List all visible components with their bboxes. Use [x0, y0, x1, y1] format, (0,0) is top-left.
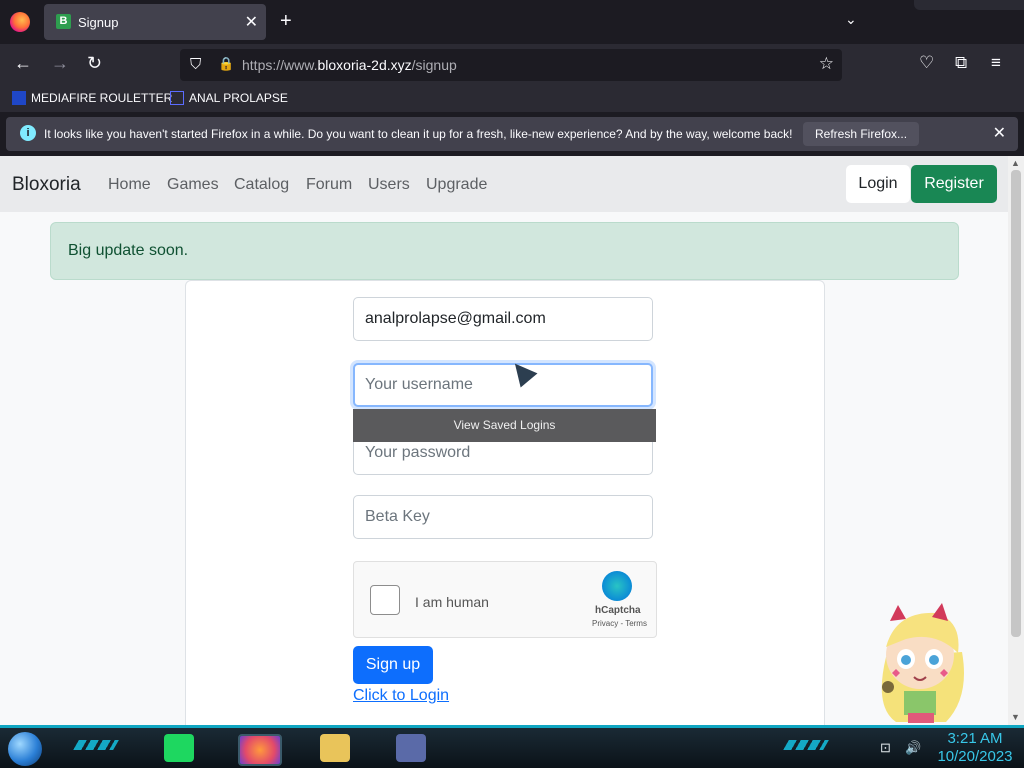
pocket-icon[interactable]: ♡ — [919, 53, 934, 73]
url-text[interactable]: https://www.bloxoria-2d.xyz/signup — [242, 57, 457, 73]
navigation-toolbar: ← → ↻ ⛉ 🔒 https://www.bloxoria-2d.xyz/si… — [0, 44, 1024, 86]
view-saved-logins-button[interactable]: View Saved Logins — [353, 409, 656, 442]
hcaptcha-brand: hCaptcha — [595, 605, 641, 616]
nav-home[interactable]: Home — [108, 176, 151, 194]
page-viewport: Bloxoria Home Games Catalog Forum Users … — [0, 156, 1024, 725]
bookmark-mediafire[interactable]: MEDIAFIRE ROULETTER — [12, 91, 172, 105]
cartoon-character-sticker — [881, 603, 964, 723]
clock-time: 3:21 AM — [947, 730, 1003, 747]
new-tab-icon[interactable]: + — [280, 10, 292, 33]
email-field[interactable]: analprolapse@gmail.com — [353, 297, 653, 341]
taskbar-decoration-right — [783, 740, 829, 750]
start-button[interactable] — [8, 732, 42, 766]
volume-icon[interactable]: 🔊 — [905, 740, 921, 756]
nav-users[interactable]: Users — [368, 176, 410, 194]
nav-forum[interactable]: Forum — [306, 176, 352, 194]
register-button[interactable]: Register — [911, 165, 997, 203]
tab-strip: B Signup ✕ + ⌄ — [0, 0, 1024, 44]
window-app-icon[interactable] — [396, 734, 426, 762]
sign-up-button[interactable]: Sign up — [353, 646, 433, 684]
mediafire-icon — [12, 91, 26, 105]
spotify-app-icon[interactable] — [164, 734, 194, 762]
close-tab-icon[interactable]: ✕ — [245, 12, 258, 32]
beta-key-input[interactable]: Beta Key — [353, 495, 653, 539]
firefox-taskbar-icon[interactable] — [238, 734, 282, 766]
hcaptcha-logo-icon — [602, 571, 632, 601]
info-icon: i — [20, 125, 36, 141]
username-input[interactable]: Your username — [353, 363, 653, 407]
hcaptcha-privacy-terms[interactable]: Privacy - Terms — [592, 619, 647, 628]
shield-icon[interactable]: ⛉ — [190, 56, 201, 73]
close-notification-icon[interactable]: ✕ — [993, 123, 1006, 143]
chevron-down-icon[interactable]: ⌄ — [845, 11, 857, 28]
firefox-icon[interactable] — [10, 12, 30, 32]
bookmarks-toolbar: MEDIAFIRE ROULETTER ANAL PROLAPSE — [0, 86, 1024, 112]
bookmark-anal-prolapse[interactable]: ANAL PROLAPSE — [170, 91, 288, 105]
announcement-alert: Big update soon. — [50, 222, 959, 280]
taskbar-decoration — [73, 740, 119, 750]
hcaptcha-widget: I am human hCaptcha Privacy - Terms — [353, 561, 657, 638]
window-controls — [914, 0, 1024, 10]
site-navbar: Bloxoria Home Games Catalog Forum Users … — [0, 156, 1008, 212]
nav-catalog[interactable]: Catalog — [234, 176, 289, 194]
click-to-login-link[interactable]: Click to Login — [353, 687, 449, 705]
firefox-refresh-notification: i It looks like you haven't started Fire… — [6, 117, 1018, 151]
clock-date: 10/20/2023 — [937, 748, 1013, 765]
page-scrollbar[interactable]: ▲ ▼ — [1008, 156, 1024, 725]
file-explorer-icon[interactable] — [320, 734, 350, 762]
back-icon[interactable]: ← — [14, 53, 32, 74]
extensions-icon[interactable]: ⧉ — [955, 53, 967, 73]
bloxoria-favicon-icon: B — [56, 14, 71, 29]
url-bar[interactable]: ⛉ 🔒 https://www.bloxoria-2d.xyz/signup ☆ — [180, 49, 842, 81]
bookmark-star-icon[interactable]: ☆ — [819, 54, 834, 74]
captcha-checkbox[interactable] — [370, 585, 400, 615]
nav-games[interactable]: Games — [167, 176, 219, 194]
scrollbar-thumb[interactable] — [1011, 170, 1021, 637]
menu-icon[interactable]: ≡ — [991, 53, 1001, 73]
refresh-firefox-button[interactable]: Refresh Firefox... — [803, 122, 920, 146]
scroll-down-icon[interactable]: ▼ — [1011, 712, 1020, 722]
nav-upgrade[interactable]: Upgrade — [426, 176, 487, 194]
alert-text: Big update soon. — [68, 242, 189, 259]
scroll-up-icon[interactable]: ▲ — [1011, 158, 1020, 168]
lock-icon[interactable]: 🔒 — [218, 56, 234, 72]
login-button[interactable]: Login — [846, 165, 910, 203]
captcha-label: I am human — [415, 594, 489, 610]
system-clock[interactable]: 3:21 AM 10/20/2023 — [930, 730, 1020, 766]
tab-title: Signup — [78, 15, 119, 30]
tab-signup[interactable]: B Signup ✕ — [44, 4, 266, 40]
forward-icon[interactable]: → — [51, 53, 69, 74]
network-icon[interactable]: ⊡ — [880, 740, 891, 756]
taskbar: ⊡ 🔊 3:21 AM 10/20/2023 — [0, 725, 1024, 768]
site-brand[interactable]: Bloxoria — [12, 174, 81, 196]
bookmark-icon — [170, 91, 184, 105]
reload-icon[interactable]: ↻ — [87, 53, 102, 74]
notification-message: It looks like you haven't started Firefo… — [44, 127, 793, 141]
